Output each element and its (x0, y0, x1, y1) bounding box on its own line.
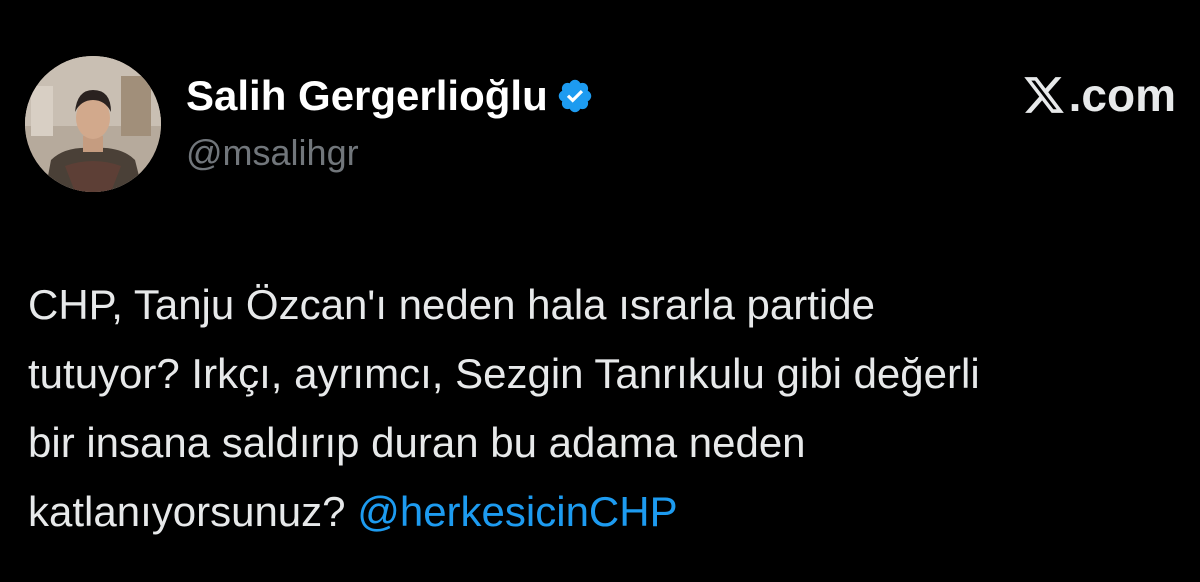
tweet-text: CHP, Tanju Özcan'ı neden hala ısrarla pa… (28, 270, 1188, 546)
source-brand-suffix: .com (1068, 69, 1176, 121)
tweet-card: Salih Gergerlioğlu @msalihgr .com CHP, T… (0, 0, 1200, 582)
tweet-line: CHP, Tanju Özcan'ı neden hala ısrarla pa… (28, 281, 875, 328)
author-handle[interactable]: @msalihgr (186, 131, 359, 175)
profile-photo (25, 56, 161, 192)
mention-link[interactable]: @herkesicinCHP (357, 488, 677, 535)
source-brand: .com (1021, 66, 1176, 124)
tweet-line-last: katlanıyorsunuz? @herkesicinCHP (28, 477, 1188, 546)
x-logo-icon (1023, 77, 1064, 113)
verified-check-icon (556, 77, 594, 115)
author-display-name[interactable]: Salih Gergerlioğlu (186, 70, 548, 122)
tweet-line-last-text: katlanıyorsunuz? (28, 488, 358, 535)
author-name-row: Salih Gergerlioğlu (186, 70, 594, 122)
author-avatar[interactable] (25, 56, 161, 192)
tweet-line: tutuyor? Irkçı, ayrımcı, Sezgin Tanrıkul… (28, 350, 980, 397)
tweet-line: bir insana saldırıp duran bu adama neden (28, 419, 806, 466)
